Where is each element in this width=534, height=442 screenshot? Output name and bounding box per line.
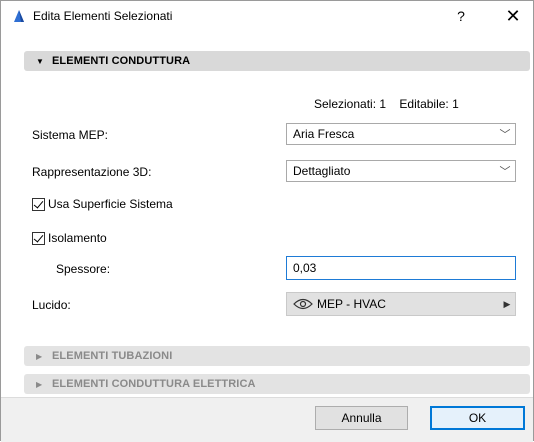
rep3d-select[interactable]: Dettagliato ﹀ [286, 160, 516, 182]
use-surface-checkbox-row[interactable]: Usa Superficie Sistema [32, 197, 173, 211]
edit-selection-dialog: Edita Elementi Selezionati ? ✕ ▼ ELEMENT… [0, 0, 534, 442]
rep3d-value: Dettagliato [293, 164, 351, 178]
insulation-checkbox-row[interactable]: Isolamento [32, 231, 107, 245]
section-label: ELEMENTI CONDUTTURA ELETTRICA [52, 378, 256, 390]
thickness-input[interactable]: 0,03 [286, 256, 516, 280]
thickness-value: 0,03 [293, 261, 317, 275]
use-surface-label: Usa Superficie Sistema [48, 197, 173, 211]
checkbox-checked-icon[interactable] [32, 231, 45, 245]
chevron-down-icon: ﹀ [499, 166, 511, 178]
layer-value: MEP - HVAC [317, 297, 386, 311]
app-logo-icon [14, 10, 24, 22]
collapsed-triangle-icon: ▶ [36, 351, 43, 361]
section-elementi-conduttura-elettrica[interactable]: ▶ ELEMENTI CONDUTTURA ELETTRICA [24, 374, 530, 394]
chevron-down-icon: ﹀ [499, 129, 511, 141]
checkbox-checked-icon[interactable] [32, 197, 45, 211]
cancel-button[interactable]: Annulla [315, 406, 408, 430]
section-label: ELEMENTI CONDUTTURA [52, 55, 191, 67]
rep3d-label: Rappresentazione 3D: [32, 165, 152, 179]
mep-system-select[interactable]: Aria Fresca ﹀ [286, 123, 516, 145]
ok-button[interactable]: OK [430, 406, 525, 430]
window-title: Edita Elementi Selezionati [33, 9, 173, 23]
mep-system-label: Sistema MEP: [32, 128, 109, 142]
close-button[interactable]: ✕ [501, 5, 525, 27]
editable-count: Editabile: 1 [399, 97, 459, 111]
insulation-label: Isolamento [48, 231, 107, 245]
layer-label: Lucido: [32, 298, 71, 312]
expand-triangle-icon: ▼ [36, 56, 44, 66]
selection-counts: Selezionati: 1 Editabile: 1 [314, 97, 469, 111]
thickness-label: Spessore: [56, 262, 111, 276]
layer-selector[interactable]: MEP - HVAC ▶ [286, 292, 516, 316]
section-label: ELEMENTI TUBAZIONI [52, 350, 173, 362]
title-bar: Edita Elementi Selezionati ? ✕ [1, 1, 533, 31]
arrow-right-icon: ▶ [503, 298, 511, 309]
section-elementi-tubazioni[interactable]: ▶ ELEMENTI TUBAZIONI [24, 346, 530, 366]
eye-icon [293, 298, 313, 310]
section-elementi-conduttura[interactable]: ▼ ELEMENTI CONDUTTURA [24, 51, 530, 71]
help-button[interactable]: ? [451, 6, 471, 26]
mep-system-value: Aria Fresca [293, 127, 355, 141]
collapsed-triangle-icon: ▶ [36, 379, 43, 389]
selected-count: Selezionati: 1 [314, 97, 387, 111]
